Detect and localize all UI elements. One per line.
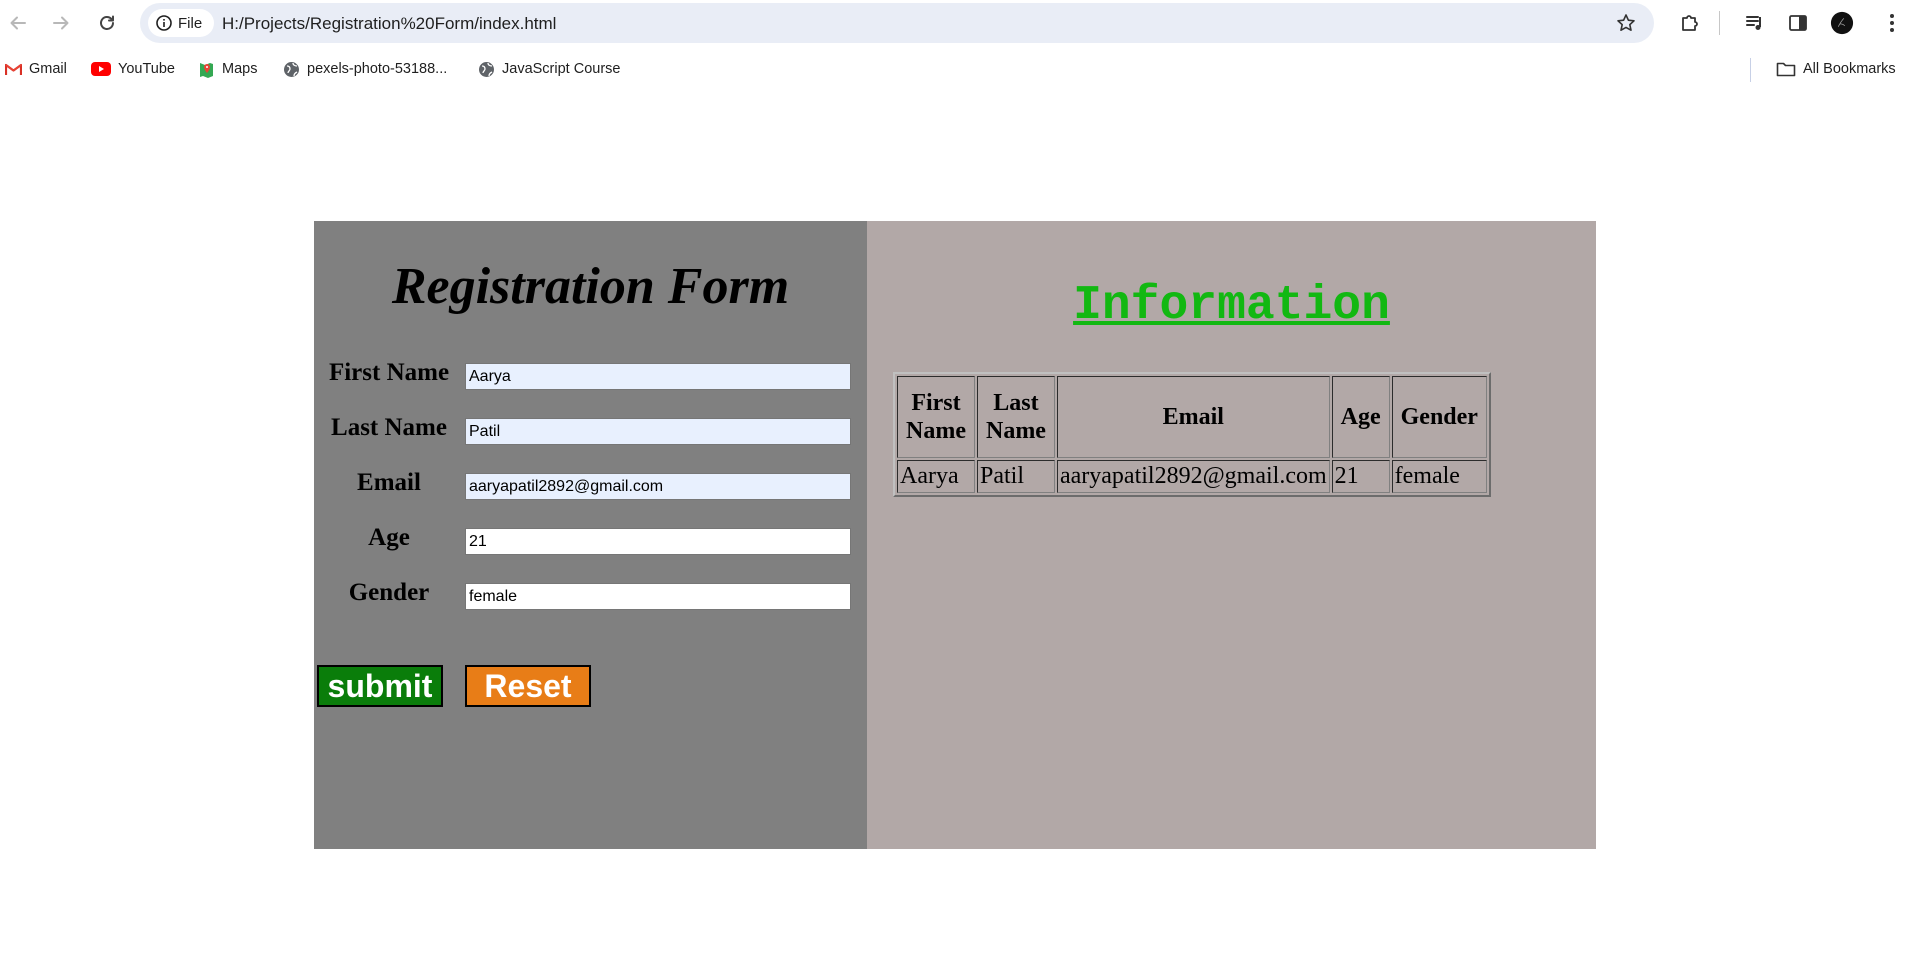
header-label: Age: [1340, 404, 1381, 430]
avatar-icon: [1830, 11, 1854, 35]
form-row-last-name: Last Name: [314, 414, 867, 446]
age-input[interactable]: [465, 528, 851, 555]
kebab-menu-icon: [1890, 14, 1894, 32]
age-label: Age: [368, 524, 410, 551]
globe-icon: [284, 61, 299, 77]
side-panel-icon: [1789, 15, 1807, 31]
bookmark-javascript-course[interactable]: JavaScript Course: [478, 58, 620, 80]
star-icon: [1617, 14, 1635, 31]
information-title: Information: [1073, 279, 1390, 333]
gmail-icon: [5, 63, 22, 75]
bookmark-label: pexels-photo-53188...: [307, 61, 448, 77]
youtube-icon: [91, 62, 111, 76]
globe-icon: [479, 61, 494, 77]
header-last-name: Last Name: [976, 376, 1055, 458]
toolbar-divider: [1719, 11, 1720, 35]
arrow-right-icon: [53, 16, 69, 30]
info-icon: [156, 15, 172, 31]
playlist-icon: [1746, 16, 1761, 30]
header-label: Gender: [1400, 404, 1478, 430]
email-input[interactable]: [465, 473, 851, 500]
side-panel-button[interactable]: [1786, 11, 1810, 35]
bookmark-gmail[interactable]: Gmail: [5, 58, 67, 80]
first-name-label: First Name: [328, 359, 450, 386]
all-bookmarks-label: All Bookmarks: [1803, 61, 1896, 77]
url-text[interactable]: H:/Projects/Registration%20Form/index.ht…: [222, 14, 556, 34]
bookmark-pexels[interactable]: pexels-photo-53188...: [283, 58, 447, 80]
back-button[interactable]: [3, 8, 33, 38]
bookmark-star-button[interactable]: [1616, 13, 1636, 38]
header-email: Email: [1056, 376, 1330, 458]
email-label: Email: [357, 469, 421, 496]
form-row-email: Email: [314, 469, 867, 501]
extensions-button[interactable]: [1678, 11, 1702, 35]
address-bar[interactable]: File H:/Projects/Registration%20Form/ind…: [140, 3, 1654, 43]
header-age: Age: [1331, 376, 1390, 458]
maps-icon: [200, 62, 213, 78]
bookmark-label: Maps: [222, 61, 258, 77]
header-first-name: First Name: [897, 376, 975, 458]
browser-menu-button[interactable]: [1880, 11, 1904, 35]
browser-toolbar: File H:/Projects/Registration%20Form/ind…: [0, 0, 1908, 46]
form-title: Registration Form: [391, 258, 790, 315]
cell-last-name: Patil: [976, 460, 1055, 493]
media-control-button[interactable]: [1743, 11, 1767, 35]
header-label: Last Name: [985, 390, 1046, 444]
form-row-gender: Gender: [314, 579, 867, 611]
last-name-input[interactable]: [465, 418, 851, 445]
registration-panel: Registration Form First Name Last Name E…: [314, 221, 867, 849]
reset-button[interactable]: Reset: [465, 665, 591, 707]
bookmarks-bar: Gmail YouTube Maps pexels-photo-53188...…: [0, 54, 1908, 86]
cell-email: aaryapatil2892@gmail.com: [1056, 460, 1330, 493]
reload-icon: [100, 15, 114, 30]
bookmark-label: Gmail: [29, 61, 67, 77]
table-header-row: First Name Last Name Email Age Gender: [897, 376, 1487, 458]
information-table: First Name Last Name Email Age Gender Aa…: [893, 372, 1491, 497]
reload-button[interactable]: [92, 8, 122, 38]
bookmark-maps[interactable]: Maps: [198, 58, 257, 80]
profile-avatar[interactable]: [1830, 11, 1854, 35]
site-info-chip[interactable]: File: [148, 9, 215, 37]
site-chip-label: File: [178, 14, 203, 32]
last-name-label: Last Name: [331, 414, 447, 441]
bookmark-label: JavaScript Course: [502, 61, 621, 77]
form-row-age: Age: [314, 524, 867, 556]
submit-button[interactable]: submit: [317, 665, 443, 707]
header-label: First Name: [906, 390, 966, 444]
cell-gender: female: [1391, 460, 1487, 493]
form-row-first-name: First Name: [314, 359, 867, 391]
gender-input[interactable]: [465, 583, 851, 610]
page-container: Registration Form First Name Last Name E…: [314, 221, 1596, 849]
information-panel: Information First Name Last Name Email A…: [867, 221, 1596, 849]
cell-first-name: Aarya: [897, 460, 975, 493]
header-gender: Gender: [1391, 376, 1487, 458]
first-name-input[interactable]: [465, 363, 851, 390]
all-bookmarks-button[interactable]: All Bookmarks: [1776, 58, 1896, 80]
forward-button[interactable]: [46, 8, 76, 38]
bookmarks-divider: [1750, 58, 1751, 82]
arrow-left-icon: [10, 16, 26, 30]
cell-age: 21: [1331, 460, 1390, 493]
folder-icon: [1776, 62, 1796, 77]
bookmark-label: YouTube: [118, 61, 175, 77]
puzzle-icon: [1682, 15, 1698, 31]
gender-label: Gender: [348, 579, 430, 606]
bookmark-youtube[interactable]: YouTube: [91, 58, 175, 80]
header-label: Email: [1162, 404, 1224, 430]
table-row: Aarya Patil aaryapatil2892@gmail.com 21 …: [897, 460, 1487, 493]
